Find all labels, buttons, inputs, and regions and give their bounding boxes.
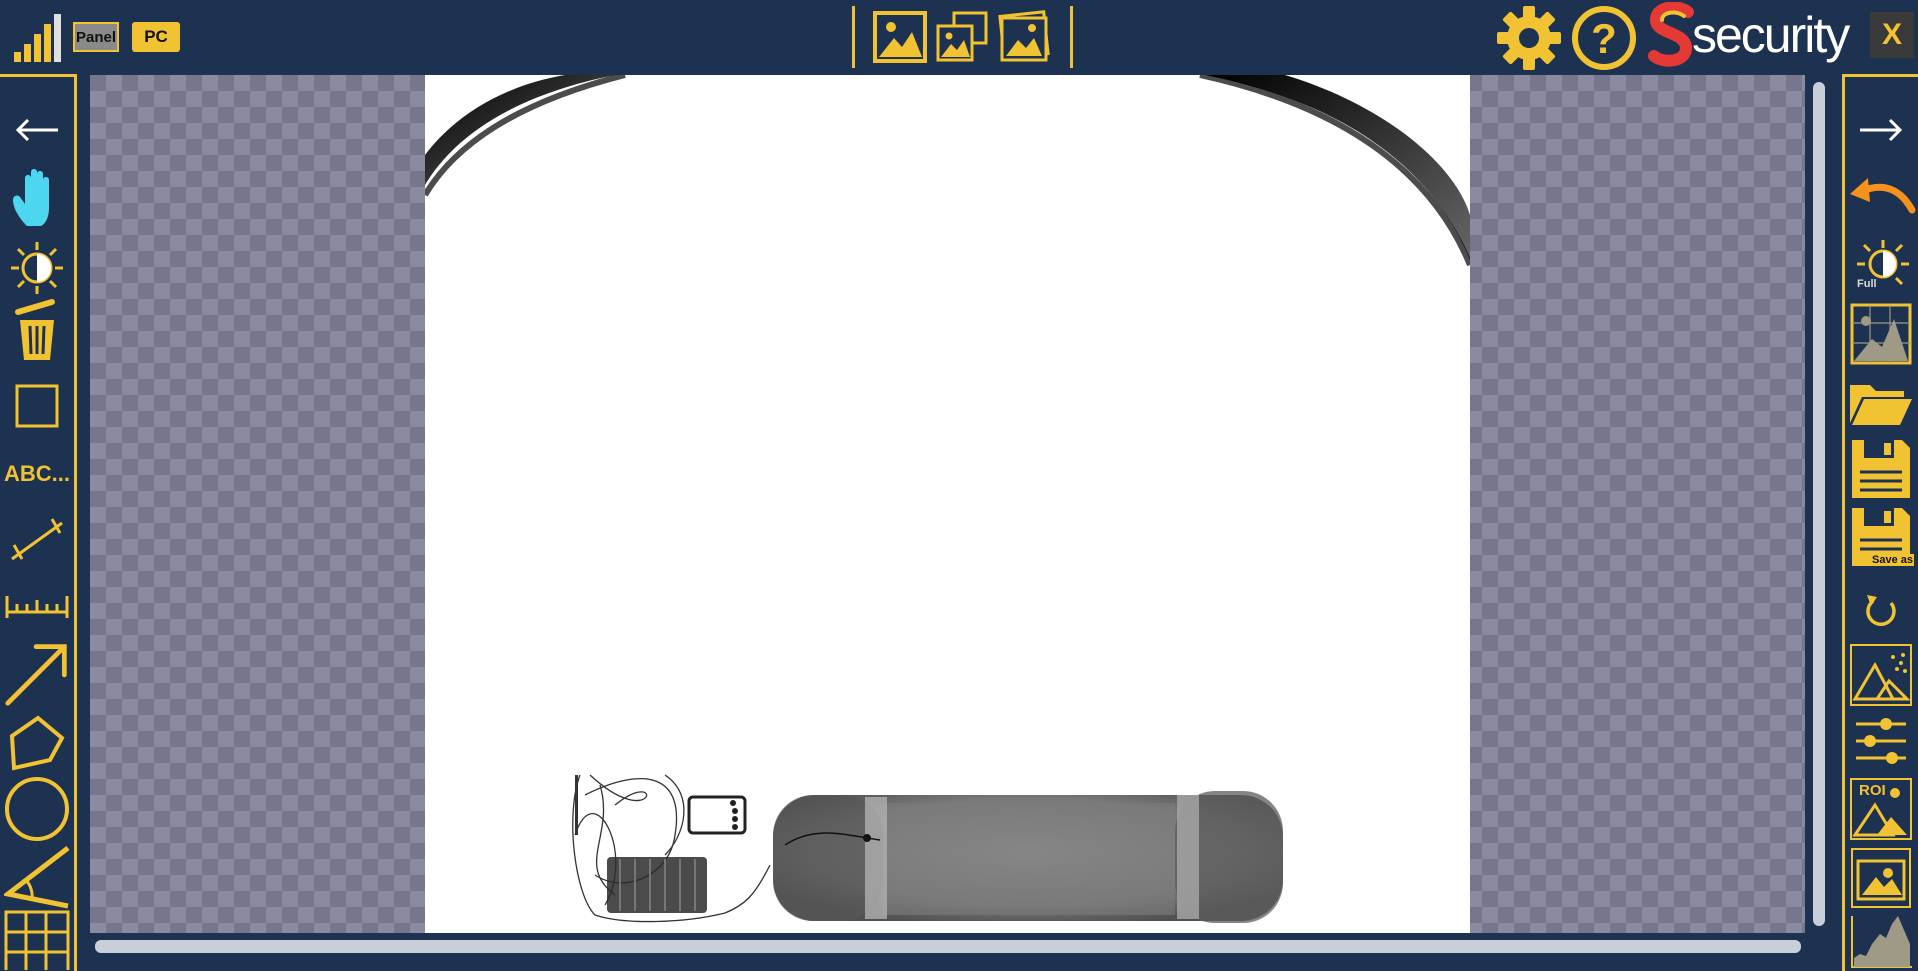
forward-arrow-icon — [1860, 118, 1903, 142]
rectangle-tool-button[interactable] — [4, 376, 70, 436]
close-button[interactable]: X — [1870, 12, 1914, 58]
gear-icon[interactable] — [1494, 4, 1564, 72]
ellipse-tool-button[interactable] — [4, 776, 70, 842]
adjust-sliders-icon — [1856, 718, 1906, 764]
hand-pan-button[interactable] — [4, 168, 70, 228]
signal-bars-icon — [14, 14, 61, 62]
roi-button[interactable]: ROI — [1845, 776, 1917, 842]
divider — [852, 6, 855, 68]
enhance-image-button[interactable] — [1845, 642, 1917, 708]
histogram-button[interactable] — [1845, 912, 1917, 970]
save-as-label: Save as — [1871, 554, 1914, 566]
open-folder-icon — [1850, 385, 1912, 425]
back-arrow-button[interactable] — [4, 100, 70, 160]
rectangle-icon — [15, 384, 59, 428]
single-image-icon[interactable] — [872, 10, 928, 64]
help-icon[interactable]: ? — [1570, 4, 1638, 72]
dual-image-icon[interactable] — [934, 10, 990, 64]
angle-icon — [4, 846, 70, 909]
brand-logo: security — [1648, 2, 1850, 68]
histogram-image-button[interactable] — [1845, 302, 1917, 366]
divider — [1070, 6, 1073, 68]
brand-s-icon — [1648, 2, 1694, 67]
top-bar: Panel PC ? security X — [0, 0, 1918, 74]
open-folder-button[interactable] — [1845, 372, 1917, 434]
undo-icon — [1850, 178, 1916, 214]
forward-arrow-button[interactable] — [1845, 100, 1917, 160]
adjust-sliders-button[interactable] — [1845, 712, 1917, 770]
grid-icon — [4, 910, 70, 970]
xray-image[interactable] — [425, 75, 1470, 933]
xray-scan-graphic — [425, 75, 1470, 923]
ruler-icon — [5, 596, 69, 618]
measure-line-icon — [11, 518, 63, 561]
save-button[interactable] — [1845, 436, 1917, 502]
arrow-tool-button[interactable] — [4, 638, 70, 710]
brand-text: security — [1692, 7, 1850, 63]
svg-text:?: ? — [1591, 15, 1617, 62]
text-tool-label: ABC... — [4, 461, 70, 486]
delete-button[interactable] — [4, 299, 70, 360]
vertical-scroll-thumb[interactable] — [1813, 82, 1825, 926]
angle-tool-button[interactable] — [4, 844, 70, 910]
save-icon — [1852, 440, 1910, 498]
hand-pan-icon — [13, 169, 49, 226]
ruler-button[interactable] — [4, 576, 70, 636]
histogram-image-icon — [1850, 303, 1912, 365]
stacked-image-icon[interactable] — [996, 10, 1052, 64]
frame-image-icon — [1851, 848, 1911, 908]
back-arrow-icon — [15, 118, 58, 142]
ellipse-icon — [5, 777, 69, 841]
full-label: Full — [1857, 278, 1877, 290]
brightness-icon — [11, 242, 63, 294]
grid-tool-button[interactable] — [4, 910, 70, 970]
undo-button[interactable] — [1845, 164, 1917, 226]
rotate-button[interactable] — [1845, 580, 1917, 642]
pc-mode-button[interactable]: PC — [132, 22, 180, 52]
frame-image-button[interactable] — [1845, 846, 1917, 910]
horizontal-scroll-thumb[interactable] — [95, 940, 1801, 953]
text-tool-button[interactable]: ABC... — [4, 444, 70, 504]
save-as-button[interactable]: Save as — [1845, 504, 1917, 570]
polygon-tool-button[interactable] — [4, 712, 70, 774]
roi-label: ROI — [1859, 782, 1886, 799]
brightness-full-button[interactable]: Full — [1845, 236, 1917, 300]
rotate-icon — [1866, 595, 1896, 627]
measure-line-button[interactable] — [4, 510, 70, 570]
histogram-icon — [1851, 916, 1912, 968]
arrow-tool-icon — [5, 644, 67, 706]
delete-icon — [15, 299, 55, 360]
panel-mode-button[interactable]: Panel — [73, 22, 119, 52]
enhance-image-icon — [1850, 644, 1912, 706]
polygon-icon — [9, 715, 65, 771]
brightness-button[interactable] — [4, 238, 70, 298]
